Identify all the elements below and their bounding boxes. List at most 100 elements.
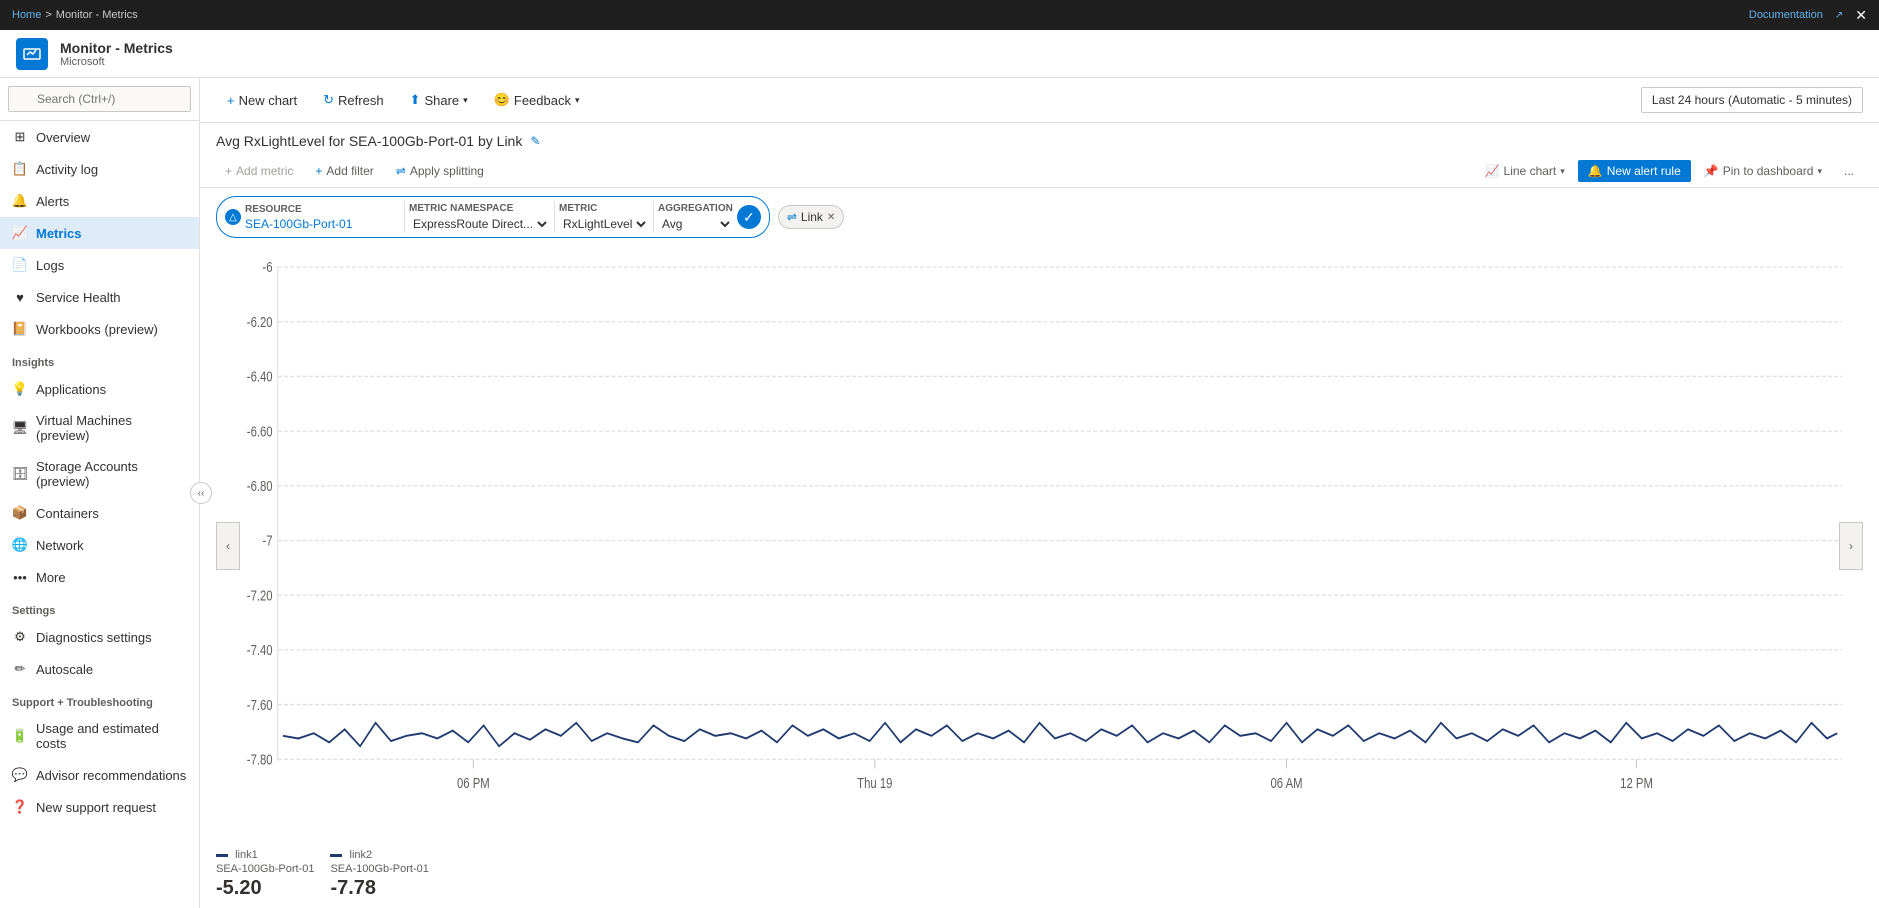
- main-toolbar: + New chart ↻ Refresh ⬆ Share ▾ 😊 Feedba…: [200, 78, 1879, 123]
- app-header-info: Monitor - Metrics Microsoft: [60, 40, 173, 68]
- link-tag[interactable]: ⇌ Link ✕: [778, 205, 844, 229]
- new-chart-button[interactable]: + New chart: [216, 87, 308, 114]
- chart-toolbar: + Add metric + Add filter ⇌ Apply splitt…: [200, 155, 1879, 188]
- sidebar-label-network: Network: [36, 538, 84, 553]
- feedback-button[interactable]: 😊 Feedback ▾: [483, 86, 591, 114]
- more-options-button[interactable]: ...: [1835, 159, 1863, 183]
- chart-title-bar: Avg RxLightLevel for SEA-100Gb-Port-01 b…: [200, 123, 1879, 155]
- search-input[interactable]: [8, 86, 191, 112]
- chart-nav-right[interactable]: ›: [1839, 522, 1863, 570]
- ellipsis-icon: ...: [1844, 164, 1854, 178]
- breadcrumb-home[interactable]: Home: [12, 9, 41, 21]
- svg-text:Thu 19: Thu 19: [857, 775, 892, 792]
- remove-link-tag-icon[interactable]: ✕: [827, 212, 835, 223]
- sidebar-item-vms[interactable]: 🖥 Virtual Machines (preview): [0, 405, 199, 451]
- sidebar-item-service-health[interactable]: ♥ Service Health: [0, 281, 199, 313]
- support-section-header: Support + Troubleshooting: [0, 685, 199, 713]
- breadcrumb-current: Monitor - Metrics: [56, 9, 138, 21]
- sidebar-label-usage-costs: Usage and estimated costs: [36, 721, 187, 751]
- storage-icon: 🗄: [12, 466, 28, 482]
- new-alert-rule-button[interactable]: 🔔 New alert rule: [1578, 160, 1691, 182]
- toolbar-right: Last 24 hours (Automatic - 5 minutes): [1641, 87, 1863, 113]
- sidebar-item-workbooks[interactable]: 📔 Workbooks (preview): [0, 313, 199, 345]
- chart-type-button[interactable]: 📈 Line chart ▾: [1476, 159, 1574, 183]
- share-label: Share: [424, 93, 459, 108]
- confirm-metric-button[interactable]: ✓: [737, 205, 761, 229]
- time-range-button[interactable]: Last 24 hours (Automatic - 5 minutes): [1641, 87, 1863, 113]
- app-subtitle: Microsoft: [60, 56, 173, 68]
- main-layout: 🔍 ⊞ Overview 📋 Activity log 🔔 Alerts 📈 M…: [0, 78, 1879, 908]
- refresh-button[interactable]: ↻ Refresh: [312, 86, 394, 114]
- share-button[interactable]: ⬆ Share ▾: [399, 86, 479, 114]
- pin-to-dashboard-button[interactable]: 📌 Pin to dashboard ▾: [1695, 159, 1831, 183]
- sidebar-item-applications[interactable]: 💡 Applications: [0, 373, 199, 405]
- sidebar-item-support-request[interactable]: ❓ New support request: [0, 791, 199, 823]
- sidebar-toggle[interactable]: ‹‹: [190, 482, 212, 504]
- sidebar-item-usage-costs[interactable]: 🔋 Usage and estimated costs: [0, 713, 199, 759]
- settings-section-header: Settings: [0, 593, 199, 621]
- share-chevron-icon: ▾: [463, 95, 468, 106]
- sidebar-item-metrics[interactable]: 📈 Metrics: [0, 217, 199, 249]
- sidebar-item-more[interactable]: ••• More: [0, 561, 199, 593]
- resource-field-group: RESOURCE: [245, 204, 400, 231]
- chart-container: ‹ › -6: [200, 246, 1879, 845]
- chart-title: Avg RxLightLevel for SEA-100Gb-Port-01 b…: [216, 133, 522, 149]
- sidebar-item-autoscale[interactable]: ✏ Autoscale: [0, 653, 199, 685]
- sidebar-label-metrics: Metrics: [36, 226, 82, 241]
- sidebar-label-vms: Virtual Machines (preview): [36, 413, 187, 443]
- svg-text:-7: -7: [263, 532, 273, 549]
- sidebar-item-logs[interactable]: 📄 Logs: [0, 249, 199, 281]
- resource-input[interactable]: [245, 217, 400, 231]
- metric-label: METRIC: [559, 203, 649, 214]
- apply-splitting-label: Apply splitting: [410, 164, 484, 178]
- legend-label-link2: link2: [330, 849, 428, 861]
- namespace-label: METRIC NAMESPACE: [409, 203, 550, 214]
- sidebar-label-advisor: Advisor recommendations: [36, 768, 186, 783]
- sidebar-item-network[interactable]: 🌐 Network: [0, 529, 199, 561]
- sidebar-item-containers[interactable]: 📦 Containers: [0, 497, 199, 529]
- cost-icon: 🔋: [12, 728, 28, 744]
- filter-icon: +: [315, 164, 322, 178]
- bell-icon: 🔔: [12, 193, 28, 209]
- chart-legend: link1 SEA-100Gb-Port-01 -5.20 link2 SEA-…: [200, 845, 1879, 908]
- pin-icon: 📌: [1704, 164, 1719, 178]
- chart-type-label: Line chart: [1504, 164, 1557, 178]
- legend-resource-link1: SEA-100Gb-Port-01: [216, 863, 314, 875]
- sidebar-item-activity-log[interactable]: 📋 Activity log: [0, 153, 199, 185]
- chart-type-chevron: ▾: [1560, 166, 1565, 177]
- sidebar-item-overview[interactable]: ⊞ Overview: [0, 121, 199, 153]
- legend-label-link1: link1: [216, 849, 314, 861]
- sidebar-label-autoscale: Autoscale: [36, 662, 93, 677]
- autoscale-icon: ✏: [12, 661, 28, 677]
- add-metric-button[interactable]: + Add metric: [216, 159, 302, 183]
- link-icon: ⇌: [787, 210, 797, 224]
- legend-value-link1: -5.20: [216, 877, 314, 900]
- new-chart-label: New chart: [239, 93, 298, 108]
- add-filter-button[interactable]: + Add filter: [306, 159, 382, 183]
- breadcrumb-separator: >: [45, 9, 51, 21]
- link-label: Link: [801, 210, 823, 224]
- sidebar-item-alerts[interactable]: 🔔 Alerts: [0, 185, 199, 217]
- sidebar-label-applications: Applications: [36, 382, 106, 397]
- aggregation-select[interactable]: Avg: [658, 216, 733, 232]
- new-alert-label: New alert rule: [1607, 164, 1681, 178]
- metric-select[interactable]: RxLightLevel: [559, 216, 649, 232]
- chart-nav-left[interactable]: ‹: [216, 522, 240, 570]
- namespace-select[interactable]: ExpressRoute Direct...: [409, 216, 550, 232]
- advisor-icon: 💬: [12, 767, 28, 783]
- list-icon: 📋: [12, 161, 28, 177]
- monitor-icon: [23, 45, 41, 63]
- close-btn[interactable]: ✕: [1855, 7, 1867, 24]
- sidebar-item-advisor[interactable]: 💬 Advisor recommendations: [0, 759, 199, 791]
- add-metric-icon: +: [225, 164, 232, 178]
- apply-splitting-button[interactable]: ⇌ Apply splitting: [387, 159, 493, 183]
- metric-pill-icon: △: [225, 209, 241, 225]
- search-wrapper: 🔍: [8, 86, 191, 112]
- doc-link[interactable]: Documentation: [1749, 9, 1823, 21]
- sidebar-item-storage[interactable]: 🗄 Storage Accounts (preview): [0, 451, 199, 497]
- sidebar-item-diagnostics[interactable]: ⚙ Diagnostics settings: [0, 621, 199, 653]
- metric-field-group: METRIC RxLightLevel: [559, 203, 649, 232]
- edit-title-icon[interactable]: ✎: [530, 134, 540, 148]
- resource-label: RESOURCE: [245, 204, 400, 215]
- sidebar-label-service-health: Service Health: [36, 290, 121, 305]
